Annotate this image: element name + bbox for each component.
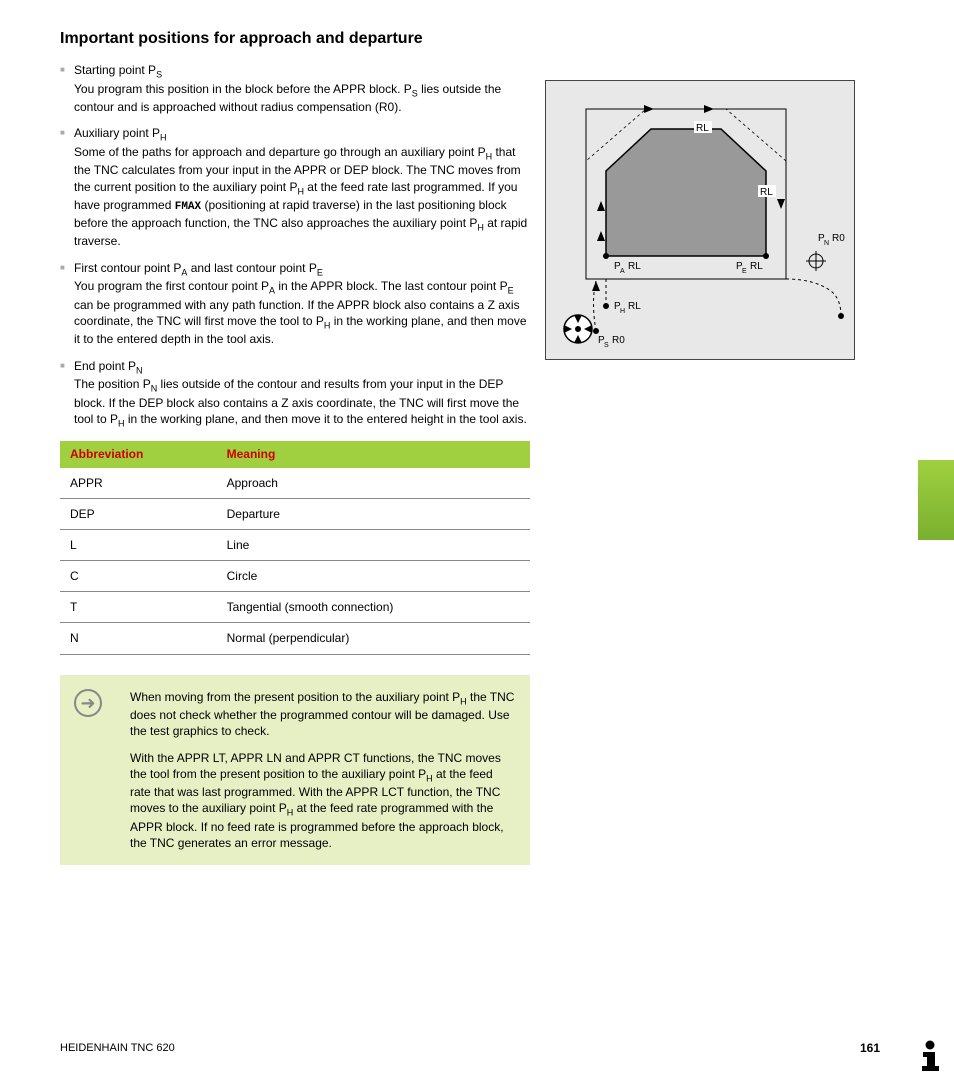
table-header: Abbreviation [60, 441, 217, 467]
item-title: Starting point PS [74, 62, 530, 81]
content-column: Starting point PS You program this posit… [60, 62, 530, 655]
list-item: End point PN The position PN lies outsid… [60, 358, 530, 430]
table-row: TTangential (smooth connection) [60, 592, 530, 623]
contour-diagram: RL RL PARL PERL PHRL PSR0 PNR0 [545, 80, 855, 360]
svg-text:RL: RL [750, 261, 763, 272]
table-row: CCircle [60, 561, 530, 592]
note-paragraph: With the APPR LT, APPR LN and APPR CT fu… [130, 750, 516, 852]
arrow-icon: ➜ [74, 689, 102, 717]
sidebar-section-title: 6.3 Contour Approach and Departure [950, 260, 954, 645]
item-body: The position PN lies outside of the cont… [74, 377, 527, 426]
svg-text:RL: RL [628, 261, 641, 272]
sidebar-tab [918, 20, 954, 540]
item-title: First contour point PA and last contour … [74, 260, 530, 279]
table-row: DEPDeparture [60, 498, 530, 529]
table-row: LLine [60, 529, 530, 560]
page-footer: HEIDENHAIN TNC 620 161 [60, 1041, 880, 1055]
note-box: ➜ When moving from the present position … [60, 675, 530, 866]
svg-text:E: E [742, 268, 747, 275]
info-icon [910, 1035, 950, 1075]
item-body: Some of the paths for approach and depar… [74, 145, 527, 249]
item-title: End point PN [74, 358, 530, 377]
list-item: First contour point PA and last contour … [60, 260, 530, 348]
note-paragraph: When moving from the present position to… [130, 689, 516, 740]
abbreviation-table: Abbreviation Meaning APPRApproach DEPDep… [60, 441, 530, 654]
section-heading: Important positions for approach and dep… [60, 30, 880, 48]
label-rl-right: RL [760, 187, 773, 198]
label-rl-top: RL [696, 123, 709, 134]
table-row: APPRApproach [60, 468, 530, 499]
svg-text:A: A [620, 268, 625, 275]
list-item: Starting point PS You program this posit… [60, 62, 530, 115]
footer-product: HEIDENHAIN TNC 620 [60, 1042, 175, 1054]
svg-text:S: S [604, 342, 609, 349]
list-item: Auxiliary point PH Some of the paths for… [60, 125, 530, 249]
svg-text:R0: R0 [832, 233, 845, 244]
page-number: 161 [860, 1041, 880, 1055]
table-row: NNormal (perpendicular) [60, 623, 530, 654]
table-header: Meaning [217, 441, 530, 467]
svg-text:RL: RL [628, 301, 641, 312]
svg-text:R0: R0 [612, 335, 625, 346]
svg-text:H: H [620, 308, 625, 315]
svg-text:N: N [824, 240, 829, 247]
item-body: You program this position in the block b… [74, 82, 501, 115]
item-title: Auxiliary point PH [74, 125, 530, 144]
item-body: You program the first contour point PA i… [74, 279, 527, 346]
